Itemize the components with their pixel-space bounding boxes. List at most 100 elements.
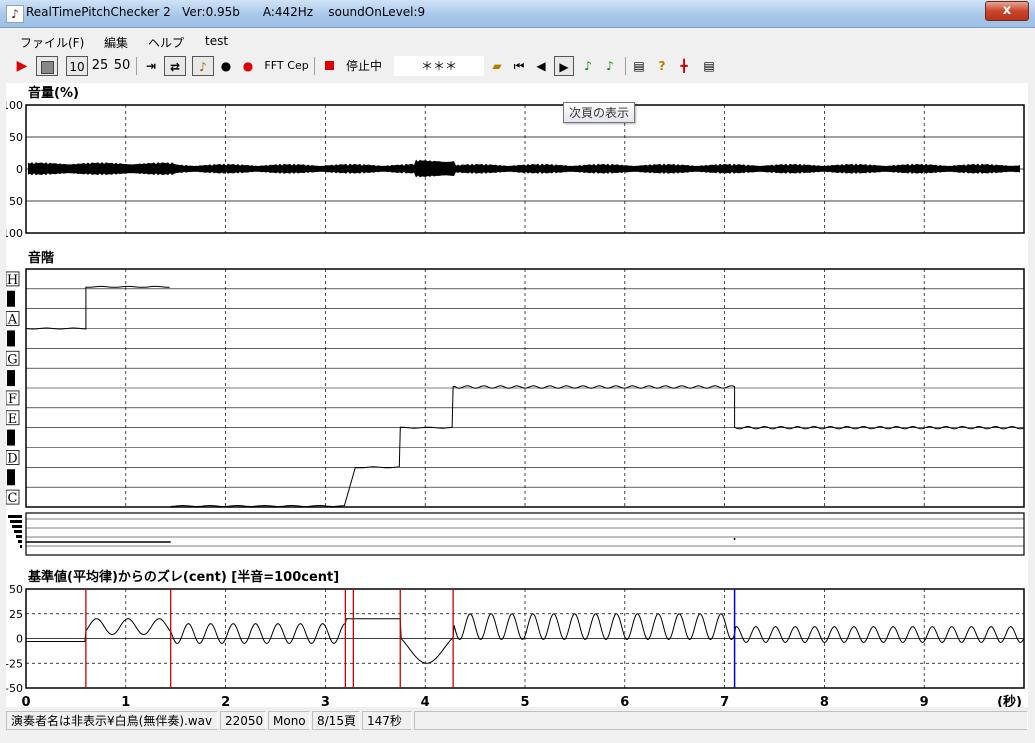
scale-panel: H A G FE D C bbox=[6, 268, 1025, 508]
black-key bbox=[7, 429, 15, 446]
black-key bbox=[7, 370, 15, 387]
note-label: F bbox=[8, 392, 17, 407]
status-rate: 22050 bbox=[220, 711, 266, 730]
violin-icon: ♪ bbox=[199, 60, 207, 74]
note-label: D bbox=[7, 451, 17, 466]
title-bar[interactable]: ♪ RealTimePitchChecker 2 Ver:0.95b A:442… bbox=[0, 0, 1035, 28]
time-axis: 0 1 2 3 4 5 6 7 8 9 (秒) bbox=[21, 694, 1022, 707]
print-preview-icon[interactable]: ▤ bbox=[630, 56, 648, 76]
cent-tick-label: 25 bbox=[9, 608, 23, 621]
time-tick-label: 1 bbox=[121, 695, 130, 707]
sound-level-label: soundOnLevel:9 bbox=[328, 5, 426, 19]
indicator-mark bbox=[18, 540, 22, 543]
indicator-mark bbox=[8, 515, 22, 518]
time-unit-label: (秒) bbox=[997, 694, 1022, 707]
time-tick-label: 2 bbox=[221, 695, 230, 707]
note-label: G bbox=[7, 352, 17, 367]
play-icon[interactable]: ▶ bbox=[14, 56, 30, 76]
time-tick-label: 7 bbox=[720, 695, 729, 707]
stop-icon bbox=[40, 61, 54, 74]
time-tick-label: 0 bbox=[21, 695, 30, 707]
close-button[interactable]: x bbox=[985, 1, 1029, 21]
status-empty bbox=[414, 711, 1028, 730]
zoom-10-button[interactable]: 10 bbox=[66, 56, 88, 76]
menu-test[interactable]: test bbox=[205, 34, 228, 48]
toolbar-separator bbox=[136, 57, 137, 75]
record-icon[interactable] bbox=[322, 56, 336, 76]
time-tick-label: 9 bbox=[920, 695, 929, 707]
menu-edit[interactable]: 編集 bbox=[104, 34, 128, 51]
loop-button[interactable]: ⇄ bbox=[164, 56, 186, 76]
note-indicator-panel bbox=[8, 512, 1025, 556]
loop-icon: ⇄ bbox=[169, 60, 181, 74]
person-red-icon[interactable]: ● bbox=[240, 56, 256, 76]
fft-button[interactable]: FFT bbox=[263, 56, 285, 76]
indicator-dot bbox=[733, 538, 736, 540]
marker-icon[interactable]: ╋ bbox=[675, 56, 693, 76]
jump-end-icon[interactable]: ⇥ bbox=[142, 56, 160, 76]
next-page-icon: ▶ bbox=[559, 60, 569, 74]
plot-canvas[interactable]: 音量(%) 音階 基準値(平均律)からのズレ(cent) [半音=100cent… bbox=[6, 83, 1028, 707]
print-icon[interactable]: ▤ bbox=[700, 56, 718, 76]
stop-button[interactable] bbox=[36, 56, 58, 76]
cent-tick-label: 0 bbox=[16, 633, 23, 646]
close-icon: x bbox=[1002, 3, 1012, 18]
app-window: ♪ RealTimePitchChecker 2 Ver:0.95b A:442… bbox=[0, 0, 1035, 743]
status-channel: Mono bbox=[268, 711, 310, 730]
volume-tick-label: 100 bbox=[6, 99, 23, 112]
note-label: C bbox=[8, 491, 18, 506]
toolbar-separator bbox=[625, 57, 626, 75]
tooltip: 次頁の表示 bbox=[563, 102, 636, 123]
app-icon: ♪ bbox=[6, 5, 24, 23]
black-key bbox=[7, 469, 15, 486]
help-icon[interactable]: ? bbox=[654, 56, 670, 76]
prev-page-icon[interactable]: ◀ bbox=[533, 56, 549, 76]
indicator-mark bbox=[14, 530, 22, 533]
status-label: 停止中 bbox=[345, 59, 382, 73]
note-green2-icon[interactable]: ♪ bbox=[602, 56, 618, 76]
status-bar: 演奏者名は非表示¥白鳥(無伴奏).wav 22050 Mono 8/15頁 14… bbox=[6, 710, 1028, 732]
violin-button[interactable]: ♪ bbox=[192, 56, 214, 76]
note-label: A bbox=[7, 313, 18, 328]
pitch-label: A:442Hz bbox=[262, 5, 314, 19]
indicator-mark bbox=[20, 545, 22, 548]
volume-tick-label: 100 bbox=[6, 227, 23, 240]
black-key bbox=[7, 290, 15, 307]
time-tick-label: 8 bbox=[820, 695, 829, 707]
menu-bar: ファイル(F) 編集 ヘルプ test bbox=[8, 31, 1028, 53]
indicator-mark bbox=[12, 525, 22, 528]
toolbar: ▶ 10 25 50 ⇥ ⇄ ♪ ● ● FFT Cep 停止中 ＊＊＊ ▰ ⏮… bbox=[8, 54, 1028, 80]
first-page-icon[interactable]: ⏮ bbox=[511, 56, 527, 76]
volume-tick-label: 0 bbox=[16, 163, 23, 176]
plot-area[interactable]: 音量(%) 音階 基準値(平均律)からのズレ(cent) [半音=100cent… bbox=[6, 83, 1028, 707]
cent-panel-title: 基準値(平均律)からのズレ(cent) [半音=100cent] bbox=[27, 569, 339, 585]
status-file: 演奏者名は非表示¥白鳥(無伴奏).wav bbox=[6, 711, 218, 730]
indicator-mark bbox=[16, 535, 22, 538]
cent-panel: 50 25 0 -25 -50 bbox=[6, 583, 1025, 695]
note-green-icon[interactable]: ♪ bbox=[580, 56, 596, 76]
person-icon[interactable]: ● bbox=[218, 56, 234, 76]
open-folder-icon[interactable]: ▰ bbox=[488, 56, 506, 76]
scale-panel-title: 音階 bbox=[28, 250, 54, 266]
note-label: E bbox=[8, 412, 18, 427]
time-tick-label: 6 bbox=[620, 695, 629, 707]
note-display: ＊＊＊ bbox=[394, 56, 484, 76]
volume-tick-label: 50 bbox=[9, 131, 23, 144]
next-page-button[interactable]: ▶ bbox=[554, 56, 574, 76]
time-tick-label: 4 bbox=[421, 695, 430, 707]
menu-help[interactable]: ヘルプ bbox=[148, 34, 184, 51]
toolbar-separator bbox=[314, 57, 315, 75]
note-label: H bbox=[7, 273, 18, 288]
status-duration: 147秒 bbox=[362, 711, 412, 730]
zoom-50-button[interactable]: 50 bbox=[113, 56, 131, 76]
time-tick-label: 3 bbox=[321, 695, 330, 707]
menu-file[interactable]: ファイル(F) bbox=[20, 34, 84, 51]
zoom-25-button[interactable]: 25 bbox=[91, 56, 109, 76]
app-name: RealTimePitchChecker 2 bbox=[26, 5, 171, 19]
time-tick-label: 5 bbox=[520, 695, 529, 707]
black-key bbox=[7, 330, 15, 347]
version-label: Ver:0.95b bbox=[182, 5, 240, 19]
volume-panel-title: 音量(%) bbox=[28, 85, 79, 101]
cep-button[interactable]: Cep bbox=[287, 56, 309, 76]
status-page: 8/15頁 bbox=[312, 711, 360, 730]
